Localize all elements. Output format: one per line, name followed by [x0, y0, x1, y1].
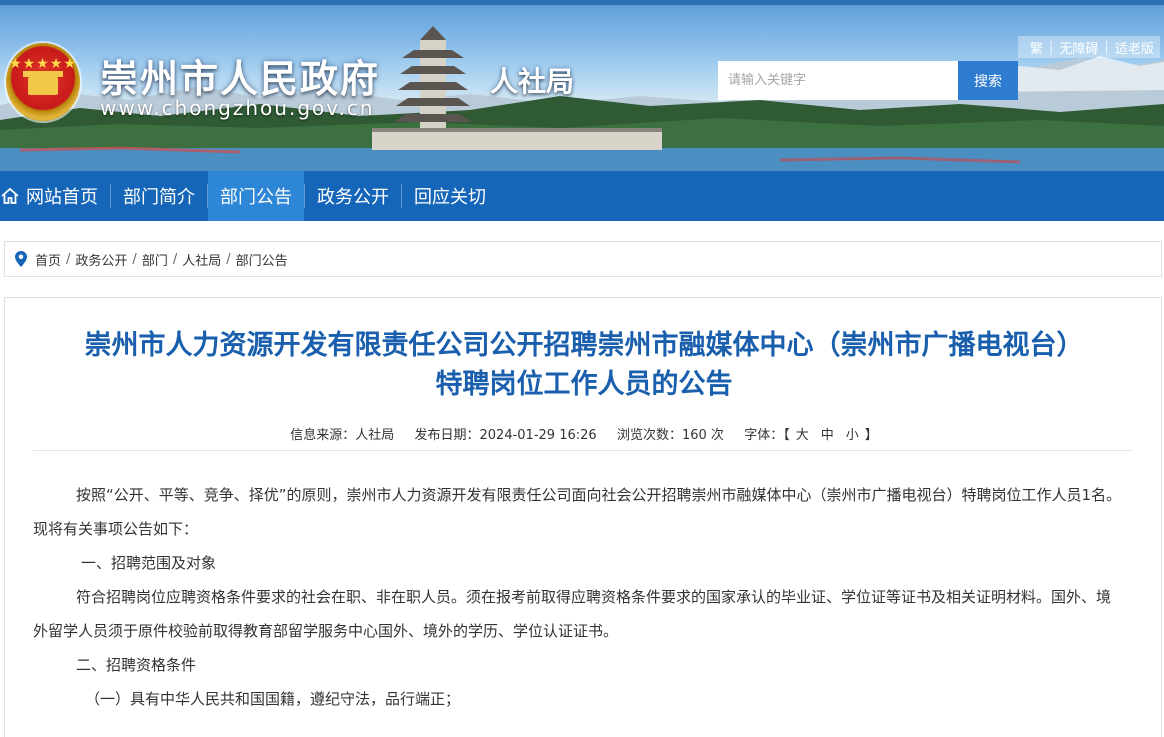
utility-links: 繁 | 无障碍 | 适老版: [1018, 36, 1160, 58]
meta-divider: [33, 450, 1133, 451]
font-size-medium-button[interactable]: 中: [815, 428, 840, 443]
national-emblem-logo: ★★★★★: [6, 43, 80, 121]
nav-item-home[interactable]: 网站首页: [0, 171, 110, 221]
breadcrumb-separator: /: [226, 251, 231, 267]
publish-date: 2024-01-29 16:26: [479, 428, 597, 443]
breadcrumb-announcements[interactable]: 部门公告: [236, 250, 288, 269]
breadcrumb-separator: /: [66, 251, 71, 267]
breadcrumb-department[interactable]: 部门: [142, 250, 168, 269]
article-title-line: 特聘岗位工作人员的公告: [435, 369, 733, 400]
breadcrumb-hr-bureau[interactable]: 人社局: [182, 250, 221, 269]
search-button[interactable]: 搜索: [958, 61, 1018, 100]
article-meta: 信息来源：人社局 发布日期：2024-01-29 16:26 浏览次数：160 …: [5, 424, 1163, 443]
breadcrumb: 首页 / 政务公开 / 部门 / 人社局 / 部门公告: [4, 241, 1162, 277]
home-icon: [1, 187, 19, 204]
nav-item-label: 网站首页: [26, 187, 98, 208]
nav-item-about[interactable]: 部门简介: [111, 171, 207, 221]
site-title[interactable]: 崇州市人民政府: [100, 48, 380, 103]
font-bracket: 】: [864, 428, 878, 443]
nav-item-government-affairs[interactable]: 政务公开: [305, 171, 401, 221]
article-title: 崇州市人力资源开发有限责任公司公开招聘崇州市融媒体中心（崇州市广播电视台） 特聘…: [5, 326, 1163, 404]
nav-item-announcements[interactable]: 部门公告: [208, 171, 304, 221]
article-title-line: 崇州市人力资源开发有限责任公司公开招聘崇州市融媒体中心（崇州市广播电视台）: [84, 330, 1084, 361]
font-bracket: 【: [783, 428, 790, 443]
article-panel: 崇州市人力资源开发有限责任公司公开招聘崇州市融媒体中心（崇州市广播电视台） 特聘…: [4, 297, 1162, 737]
section-heading: 一、招聘范围及对象: [81, 554, 217, 572]
breadcrumb-government-affairs[interactable]: 政务公开: [75, 250, 127, 269]
font-size-large-button[interactable]: 大: [790, 428, 815, 443]
font-size-label: 字体：: [744, 428, 784, 443]
location-pin-icon: [15, 251, 27, 267]
article-paragraph: 按照“公开、平等、竞争、择优”的原则，崇州市人力资源开发有限责任公司面向社会公开…: [33, 486, 1122, 538]
nav-item-label: 政务公开: [317, 187, 389, 208]
main-nav: 网站首页 部门简介 部门公告 政务公开 回应关切: [0, 171, 1164, 221]
breadcrumb-separator: /: [172, 251, 178, 267]
traditional-chinese-link[interactable]: 繁: [1024, 38, 1049, 57]
article-paragraph: （一）具有中华人民共和国国籍，遵纪守法，品行端正；: [85, 690, 461, 708]
header-banner: ★★★★★ 崇州市人民政府 www.chongzhou.gov.cn 人社局 繁…: [0, 0, 1164, 171]
article-body: 按照“公开、平等、竞争、择优”的原则，崇州市人力资源开发有限责任公司面向社会公开…: [33, 478, 1123, 716]
breadcrumb-home[interactable]: 首页: [35, 250, 61, 269]
nav-item-label: 部门公告: [220, 187, 292, 208]
source-label: 信息来源：: [290, 428, 356, 443]
view-count: 160 次: [681, 428, 724, 443]
search-input[interactable]: [718, 61, 958, 100]
section-heading: 二、招聘资格条件: [76, 656, 197, 674]
article-paragraph: 符合招聘岗位应聘资格条件要求的社会在职、非在职人员。须在报考前取得应聘资格条件要…: [33, 588, 1112, 640]
accessibility-link[interactable]: 无障碍: [1053, 38, 1104, 57]
source-value: 人社局: [355, 428, 395, 443]
elderly-mode-link[interactable]: 适老版: [1109, 38, 1160, 57]
nav-item-responses[interactable]: 回应关切: [402, 171, 498, 221]
department-name: 人社局: [490, 65, 575, 98]
font-size-small-button[interactable]: 小: [840, 428, 865, 443]
date-label: 发布日期：: [414, 428, 480, 443]
nav-item-label: 回应关切: [414, 187, 486, 208]
views-label: 浏览次数：: [616, 428, 682, 443]
site-url: www.chongzhou.gov.cn: [100, 96, 375, 120]
breadcrumb-separator: /: [132, 251, 137, 267]
nav-item-label: 部门简介: [123, 187, 195, 208]
